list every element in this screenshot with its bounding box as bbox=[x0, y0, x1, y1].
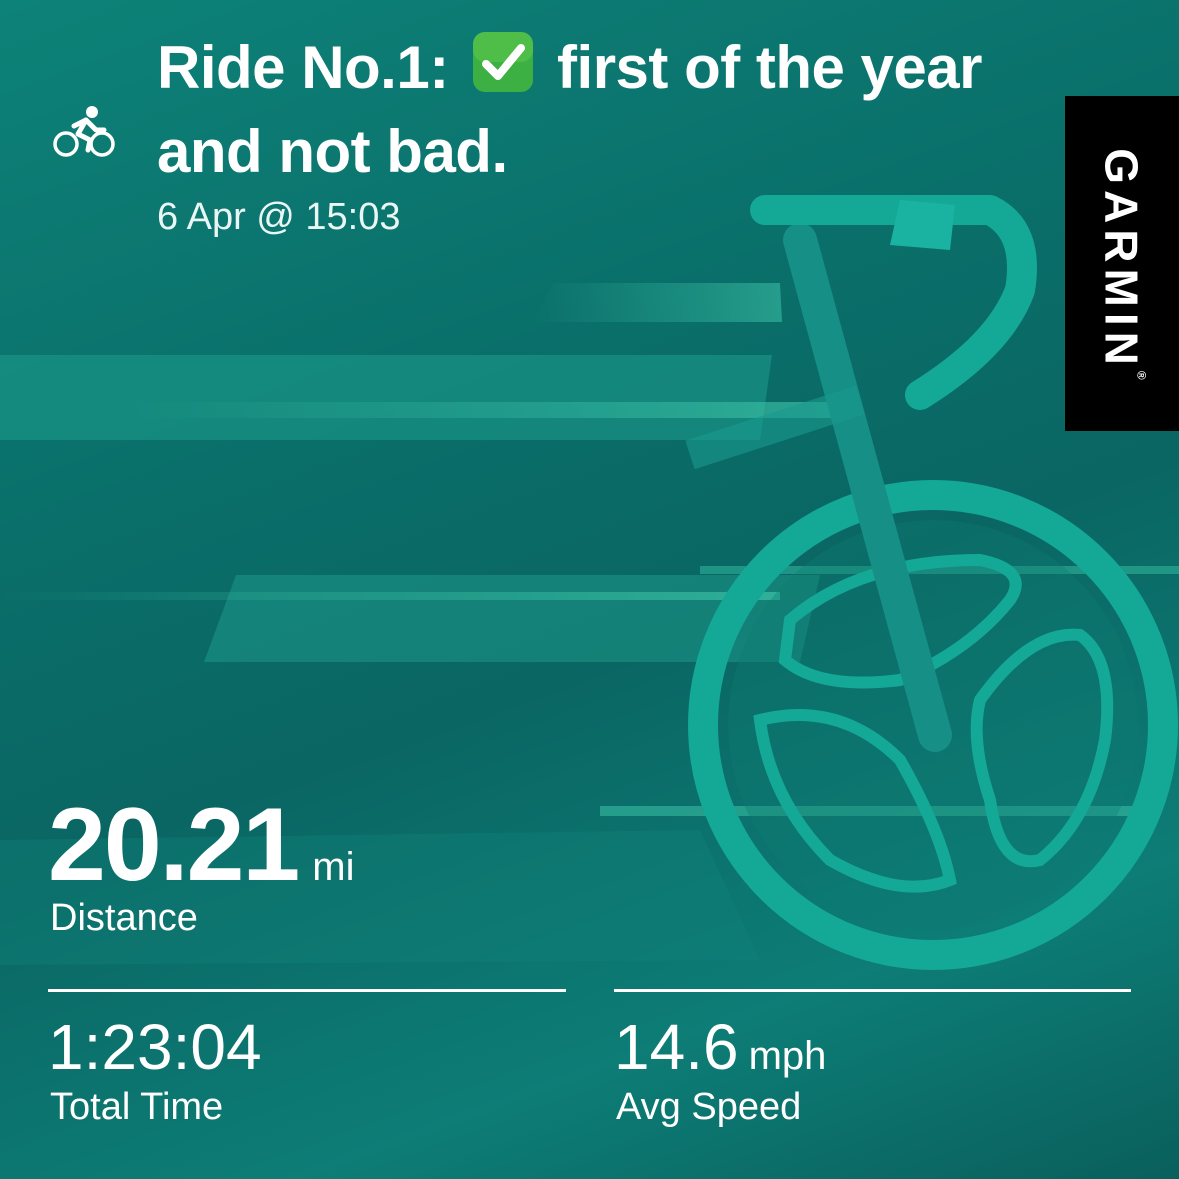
distance-unit: mi bbox=[312, 845, 355, 889]
avg-speed-value: 14.6 bbox=[614, 1011, 739, 1083]
activity-title: Ride No.1: first of the year and not bad… bbox=[157, 26, 1017, 194]
avg-speed-unit: mph bbox=[748, 1034, 827, 1078]
distance-value: 20.21 bbox=[48, 787, 300, 903]
brand-name: GARMIN bbox=[1096, 147, 1149, 371]
total-time-value: 1:23:04 bbox=[48, 1011, 262, 1083]
activity-title-prefix: Ride No.1: bbox=[157, 34, 449, 101]
avg-speed-label: Avg Speed bbox=[616, 1086, 802, 1128]
total-time-label: Total Time bbox=[50, 1086, 224, 1128]
avg-speed-stat: 14.6 mph bbox=[614, 1010, 826, 1084]
cycling-icon bbox=[53, 106, 115, 157]
distance-stat: 20.21 mi bbox=[48, 786, 354, 905]
garmin-logo: GARMIN® bbox=[1065, 96, 1179, 431]
check-mark-button-icon bbox=[472, 32, 533, 92]
divider-left bbox=[48, 989, 566, 992]
brand-registered-mark: ® bbox=[1135, 370, 1150, 380]
divider-right bbox=[614, 989, 1131, 992]
distance-label: Distance bbox=[50, 897, 198, 939]
activity-date: 6 Apr @ 15:03 bbox=[157, 196, 401, 238]
